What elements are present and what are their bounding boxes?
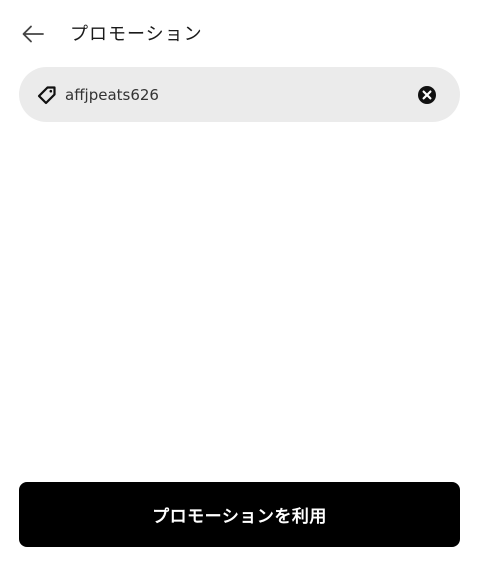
tag-icon (37, 86, 56, 105)
page-title: プロモーション (70, 24, 203, 45)
arrow-left-icon (22, 25, 44, 43)
promo-code-field[interactable] (19, 67, 460, 122)
apply-promotion-button[interactable]: プロモーションを利用 (19, 482, 460, 547)
top-bar: プロモーション (0, 0, 479, 68)
promo-code-input[interactable] (65, 67, 405, 122)
close-circle-icon[interactable] (417, 85, 437, 105)
back-button[interactable] (20, 22, 46, 46)
